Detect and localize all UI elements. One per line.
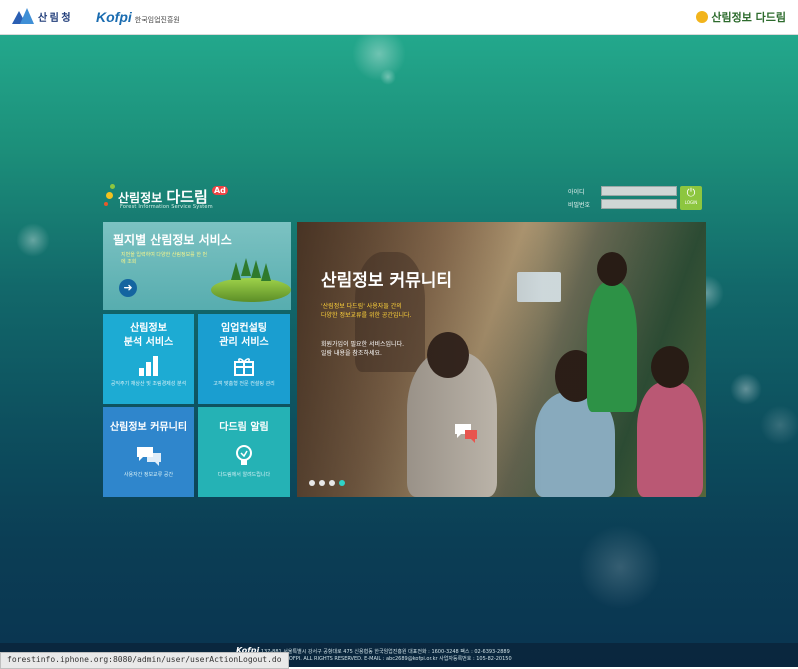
chat-bubbles-icon (136, 447, 161, 466)
dadream-alert-tile[interactable]: 다드림 알림 다드림에서 알려드립니다 (198, 407, 290, 497)
carousel-dot-active[interactable] (339, 480, 345, 486)
bokeh-bubble (380, 69, 396, 85)
tile-title-line2: 관리 서비스 (219, 337, 269, 348)
tile-title-line1: 산림정보 (130, 323, 167, 334)
hero-white-line1: 회원가입이 필요한 서비스입니다. (321, 341, 405, 348)
korea-forest-service-logo[interactable]: 산 림 청 (12, 8, 71, 24)
tile-desc: 사용자간 정보교류 공간 (123, 472, 174, 478)
carousel-dot[interactable] (329, 480, 335, 486)
top-header: 산 림 청 Kofpi 한국임업진흥원 산림정보 다드림 (0, 0, 798, 35)
arrow-right-icon[interactable]: ➜ (119, 279, 137, 297)
login-form: 아이디 비밀번호 ⏻ LOGIN (568, 186, 706, 212)
tile-desc: 다드림에서 알려드립니다 (217, 472, 271, 478)
hero-yellow-line1: '산림정보 다드림' 사용자들 간의 (321, 303, 402, 310)
power-icon: ⏻ (686, 186, 696, 199)
tile-title-line2: 분석 서비스 (123, 337, 174, 348)
logo-dot (106, 192, 113, 199)
tile-title-line1: 임업컨설팅 (221, 323, 267, 334)
footer-address: 137-881 서울특별시 강서구 공항대로 475 신용협동 한국임업진흥원 … (260, 649, 510, 655)
hero-yellow-line2: 다양한 정보교류를 위한 공간입니다. (321, 312, 412, 319)
photo-overlay (297, 222, 706, 497)
logo-dot (104, 202, 108, 206)
kofpi-name: 한국임업진흥원 (134, 16, 180, 24)
tile-desc: 지번을 입력하여 다양한 산림정보를 한 번에 조회 (121, 252, 208, 265)
tree-icon (261, 263, 271, 281)
carousel-dot[interactable] (319, 480, 325, 486)
tile-title: 다드림 알림 (219, 422, 269, 433)
brand-badge: Ad (211, 186, 228, 195)
login-button-label: LOGIN (684, 200, 698, 205)
mountain-icon (12, 8, 34, 24)
chat-bubbles-icon (455, 424, 477, 443)
footer-info: Kofpi 137-881 서울특별시 강서구 공항대로 475 신용협동 한국… (236, 647, 776, 663)
bokeh-bubble (578, 525, 662, 609)
lightbulb-icon (236, 445, 252, 465)
hero-white-line2: 일람 내용을 참조하세요. (321, 350, 382, 357)
tree-icon (241, 258, 251, 276)
id-input[interactable] (601, 186, 677, 196)
browser-status-bar: forestinfo.iphone.org:8080/admin/user/us… (0, 652, 289, 669)
password-input[interactable] (601, 199, 677, 209)
bar-chart-icon (138, 356, 160, 376)
brand-name-prefix: 산림정보 (118, 191, 163, 205)
tile-desc: 공익주기 재상산 및 조림경제성 분석 (110, 381, 187, 387)
carousel-dots (309, 480, 345, 486)
bokeh-bubble (16, 223, 50, 257)
gift-icon (234, 358, 254, 376)
sun-icon (696, 11, 709, 23)
service-logo-text: 산림정보 다드림 (711, 11, 786, 24)
kofpi-logo[interactable]: Kofpi 한국임업진흥원 (96, 9, 180, 25)
ministry-logo-text: 산 림 청 (38, 12, 71, 24)
carousel-dot[interactable] (309, 480, 315, 486)
hero-title: 산림정보 커뮤니티 (321, 271, 453, 291)
logo-dot (110, 184, 115, 189)
community-tile[interactable]: 산림정보 커뮤니티 사용자간 정보교류 공간 (103, 407, 194, 497)
hero-yellow-text: '산림정보 다드림' 사용자들 간의 다양한 정보교류를 위한 공간입니다. (321, 302, 411, 320)
tile-desc: 고객 맞춤형 전문 컨설팅 관리 (213, 381, 275, 387)
community-hero-banner[interactable]: 산림정보 커뮤니티 '산림정보 다드림' 사용자들 간의 다양한 정보교류를 위… (297, 222, 706, 497)
password-label: 비밀번호 (568, 202, 591, 209)
forest-analysis-tile[interactable]: 산림정보 분석 서비스 공익주기 재상산 및 조림경제성 분석 (103, 314, 194, 404)
bokeh-bubble (352, 35, 406, 81)
tile-title: 필지별 산림정보 서비스 (113, 233, 232, 247)
brand-subtitle: Forest Information Service System (120, 204, 213, 210)
kofpi-brand: Kofpi (96, 9, 132, 25)
bokeh-bubble (730, 373, 762, 405)
id-label: 아이디 (568, 189, 585, 196)
forest-island-illustration (211, 278, 291, 302)
tile-title: 산림정보 커뮤니티 (109, 422, 188, 433)
parcel-forest-info-tile[interactable]: 필지별 산림정보 서비스 지번을 입력하여 다양한 산림정보를 한 번에 조회 … (103, 222, 291, 310)
bokeh-bubble (760, 405, 798, 445)
tree-icon (231, 262, 241, 280)
hero-white-text: 회원가입이 필요한 서비스입니다. 일람 내용을 참조하세요. (321, 340, 404, 358)
dadream-brand-logo[interactable]: 산림정보 다드림 Ad Forest Information Service S… (104, 182, 234, 216)
tree-icon (251, 260, 261, 278)
forestry-consulting-tile[interactable]: 임업컨설팅 관리 서비스 고객 맞춤형 전문 컨설팅 관리 (198, 314, 290, 404)
service-logo[interactable]: 산림정보 다드림 (696, 9, 786, 25)
login-button[interactable]: ⏻ LOGIN (680, 186, 702, 210)
